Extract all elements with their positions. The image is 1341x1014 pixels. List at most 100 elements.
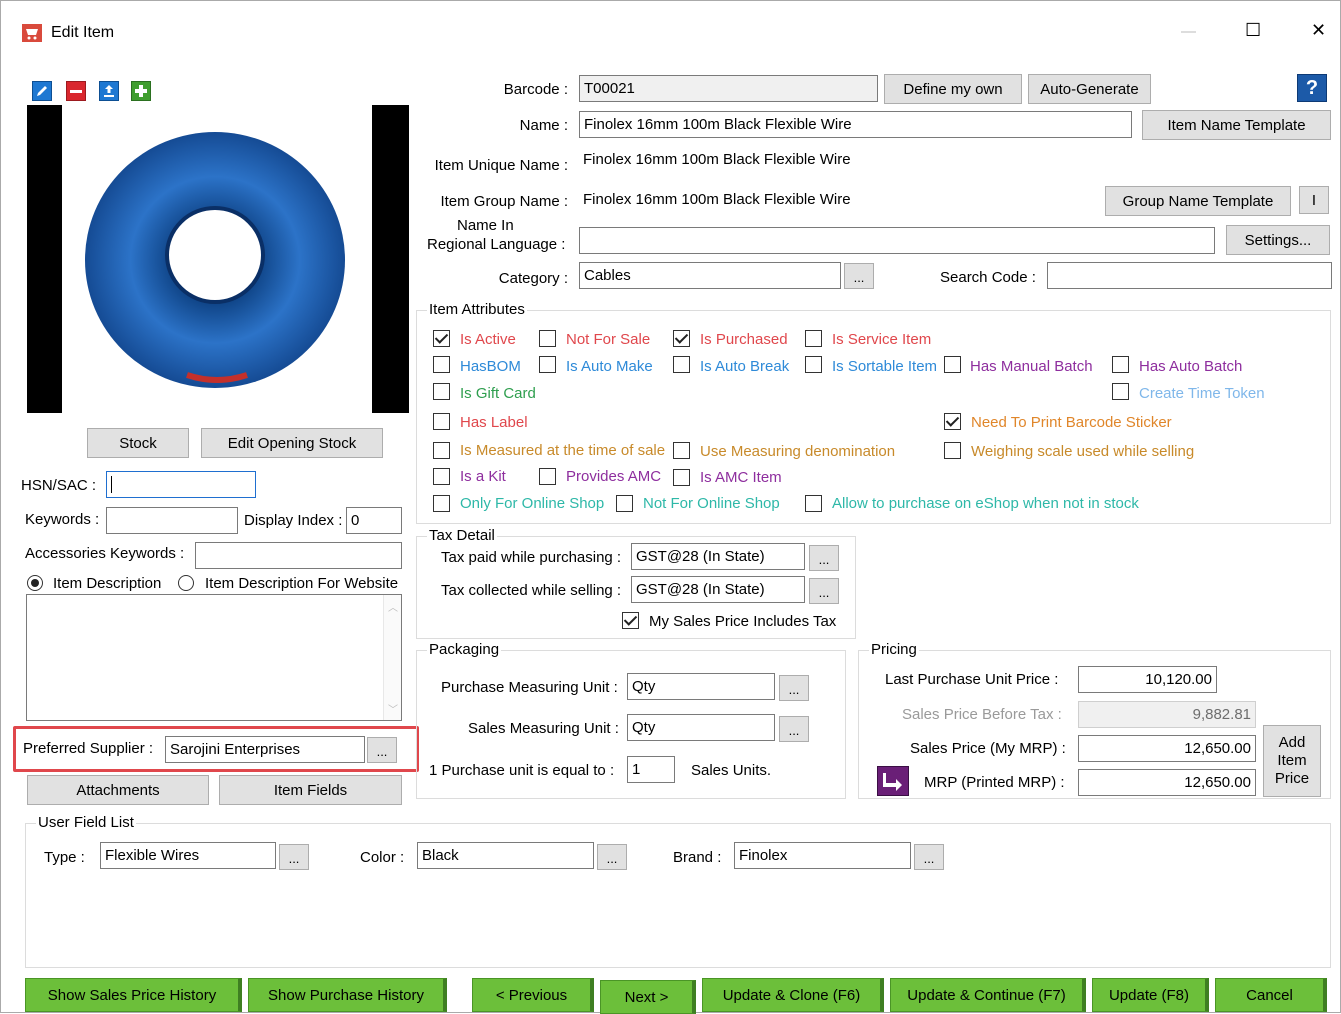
scroll-down-icon[interactable]: ﹀ xyxy=(388,701,398,716)
is-sortable-item-checkbox[interactable] xyxy=(805,356,822,373)
edit-icon[interactable] xyxy=(32,81,52,101)
close-button[interactable]: ✕ xyxy=(1311,21,1326,39)
update-button[interactable]: Update (F8) xyxy=(1092,978,1209,1012)
weighing-scale-checkbox[interactable] xyxy=(944,442,961,459)
accessories-keywords-label: Accessories Keywords : xyxy=(25,545,185,562)
keywords-input[interactable] xyxy=(106,507,238,534)
preferred-supplier-input[interactable]: Sarojini Enterprises xyxy=(165,736,365,763)
description-textarea[interactable]: ︿ ﹀ xyxy=(26,594,402,721)
use-measuring-denomination-label: Use Measuring denomination xyxy=(700,443,896,460)
auto-generate-button[interactable]: Auto-Generate xyxy=(1028,74,1151,104)
preferred-supplier-browse-button[interactable]: ... xyxy=(367,737,397,763)
is-amc-item-label: Is AMC Item xyxy=(700,469,782,486)
only-for-online-shop-checkbox[interactable] xyxy=(433,495,450,512)
item-name-template-button[interactable]: Item Name Template xyxy=(1142,110,1331,140)
need-to-print-barcode-checkbox[interactable] xyxy=(944,413,961,430)
help-icon[interactable]: ? xyxy=(1297,74,1327,102)
create-time-token-checkbox[interactable] xyxy=(1112,383,1129,400)
is-purchased-checkbox[interactable] xyxy=(673,330,690,347)
is-measured-checkbox[interactable] xyxy=(433,442,450,459)
allow-purchase-eshop-label: Allow to purchase on eShop when not in s… xyxy=(832,495,1139,512)
includes-tax-checkbox[interactable] xyxy=(622,612,639,629)
barcode-input[interactable]: T00021 xyxy=(579,75,878,102)
accessories-keywords-input[interactable] xyxy=(195,542,402,569)
has-auto-batch-checkbox[interactable] xyxy=(1112,356,1129,373)
remove-icon[interactable] xyxy=(66,81,86,101)
regional-language-input[interactable] xyxy=(579,227,1215,254)
show-sales-price-history-button[interactable]: Show Sales Price History xyxy=(25,978,242,1012)
item-description-website-radio[interactable] xyxy=(178,575,194,591)
info-button[interactable]: I xyxy=(1299,186,1329,214)
update-continue-button[interactable]: Update & Continue (F7) xyxy=(890,978,1086,1012)
category-browse-button[interactable]: ... xyxy=(844,263,874,289)
add-item-price-line1: Add xyxy=(1278,734,1306,751)
use-measuring-denomination-checkbox[interactable] xyxy=(673,442,690,459)
last-purchase-label: Last Purchase Unit Price : xyxy=(885,671,1059,688)
has-auto-batch-label: Has Auto Batch xyxy=(1139,358,1243,375)
copy-price-icon[interactable] xyxy=(877,766,909,796)
previous-button[interactable]: < Previous xyxy=(472,978,594,1012)
category-input[interactable]: Cables xyxy=(579,262,841,289)
mrp-input[interactable]: 12,650.00 xyxy=(1078,769,1256,796)
type-browse-button[interactable]: ... xyxy=(279,844,309,870)
tax-collected-browse-button[interactable]: ... xyxy=(809,578,839,604)
tax-paid-browse-button[interactable]: ... xyxy=(809,545,839,571)
tax-collected-input[interactable]: GST@28 (In State) xyxy=(631,576,805,603)
color-browse-button[interactable]: ... xyxy=(597,844,627,870)
sales-price-input[interactable]: 12,650.00 xyxy=(1078,735,1256,762)
item-fields-button[interactable]: Item Fields xyxy=(219,775,402,805)
conversion-input[interactable]: 1 xyxy=(627,756,675,783)
display-index-input[interactable]: 0 xyxy=(346,507,402,534)
sales-unit-input[interactable]: Qty xyxy=(627,714,775,741)
group-name-template-button[interactable]: Group Name Template xyxy=(1105,186,1291,216)
brand-browse-button[interactable]: ... xyxy=(914,844,944,870)
settings-button[interactable]: Settings... xyxy=(1226,225,1330,255)
edit-opening-stock-button[interactable]: Edit Opening Stock xyxy=(201,428,383,458)
is-service-item-checkbox[interactable] xyxy=(805,330,822,347)
stock-button[interactable]: Stock xyxy=(87,428,189,458)
has-label-checkbox[interactable] xyxy=(433,413,450,430)
hsn-input[interactable] xyxy=(106,471,256,498)
update-clone-button[interactable]: Update & Clone (F6) xyxy=(702,978,884,1012)
search-code-input[interactable] xyxy=(1047,262,1332,289)
type-input[interactable]: Flexible Wires xyxy=(100,842,276,869)
is-amc-item-checkbox[interactable] xyxy=(673,469,690,486)
is-gift-card-checkbox[interactable] xyxy=(433,383,450,400)
has-bom-checkbox[interactable] xyxy=(433,356,450,373)
last-purchase-input[interactable]: 10,120.00 xyxy=(1078,666,1217,693)
not-for-sale-checkbox[interactable] xyxy=(539,330,556,347)
upload-icon[interactable] xyxy=(99,81,119,101)
color-input[interactable]: Black xyxy=(417,842,594,869)
scroll-up-icon[interactable]: ︿ xyxy=(388,599,398,614)
is-auto-break-label: Is Auto Break xyxy=(700,358,790,375)
name-input[interactable]: Finolex 16mm 100m Black Flexible Wire xyxy=(579,111,1132,138)
scrollbar[interactable]: ︿ ﹀ xyxy=(383,595,401,720)
item-description-website-radio-label: Item Description For Website xyxy=(205,575,399,592)
cancel-button[interactable]: Cancel xyxy=(1215,978,1327,1012)
next-button[interactable]: Next > xyxy=(600,980,696,1014)
pricing-title: Pricing xyxy=(869,641,919,659)
add-item-price-button[interactable]: Add Item Price xyxy=(1263,725,1321,797)
minimize-button[interactable]: — xyxy=(1181,23,1196,41)
add-icon[interactable] xyxy=(131,81,151,101)
is-active-checkbox[interactable] xyxy=(433,330,450,347)
is-auto-break-checkbox[interactable] xyxy=(673,356,690,373)
has-manual-batch-checkbox[interactable] xyxy=(944,356,961,373)
item-image[interactable] xyxy=(27,105,409,413)
brand-input[interactable]: Finolex xyxy=(734,842,911,869)
maximize-button[interactable]: ☐ xyxy=(1245,21,1261,39)
provides-amc-checkbox[interactable] xyxy=(539,468,556,485)
purchase-unit-browse-button[interactable]: ... xyxy=(779,675,809,701)
is-auto-make-checkbox[interactable] xyxy=(539,356,556,373)
not-for-online-shop-checkbox[interactable] xyxy=(616,495,633,512)
item-description-radio[interactable] xyxy=(27,575,43,591)
attachments-button[interactable]: Attachments xyxy=(27,775,209,805)
item-unique-name-label: Item Unique Name : xyxy=(434,157,568,174)
define-my-own-button[interactable]: Define my own xyxy=(884,74,1022,104)
sales-unit-browse-button[interactable]: ... xyxy=(779,716,809,742)
allow-purchase-eshop-checkbox[interactable] xyxy=(805,495,822,512)
show-purchase-history-button[interactable]: Show Purchase History xyxy=(248,978,447,1012)
tax-paid-input[interactable]: GST@28 (In State) xyxy=(631,543,805,570)
is-a-kit-checkbox[interactable] xyxy=(433,468,450,485)
purchase-unit-input[interactable]: Qty xyxy=(627,673,775,700)
